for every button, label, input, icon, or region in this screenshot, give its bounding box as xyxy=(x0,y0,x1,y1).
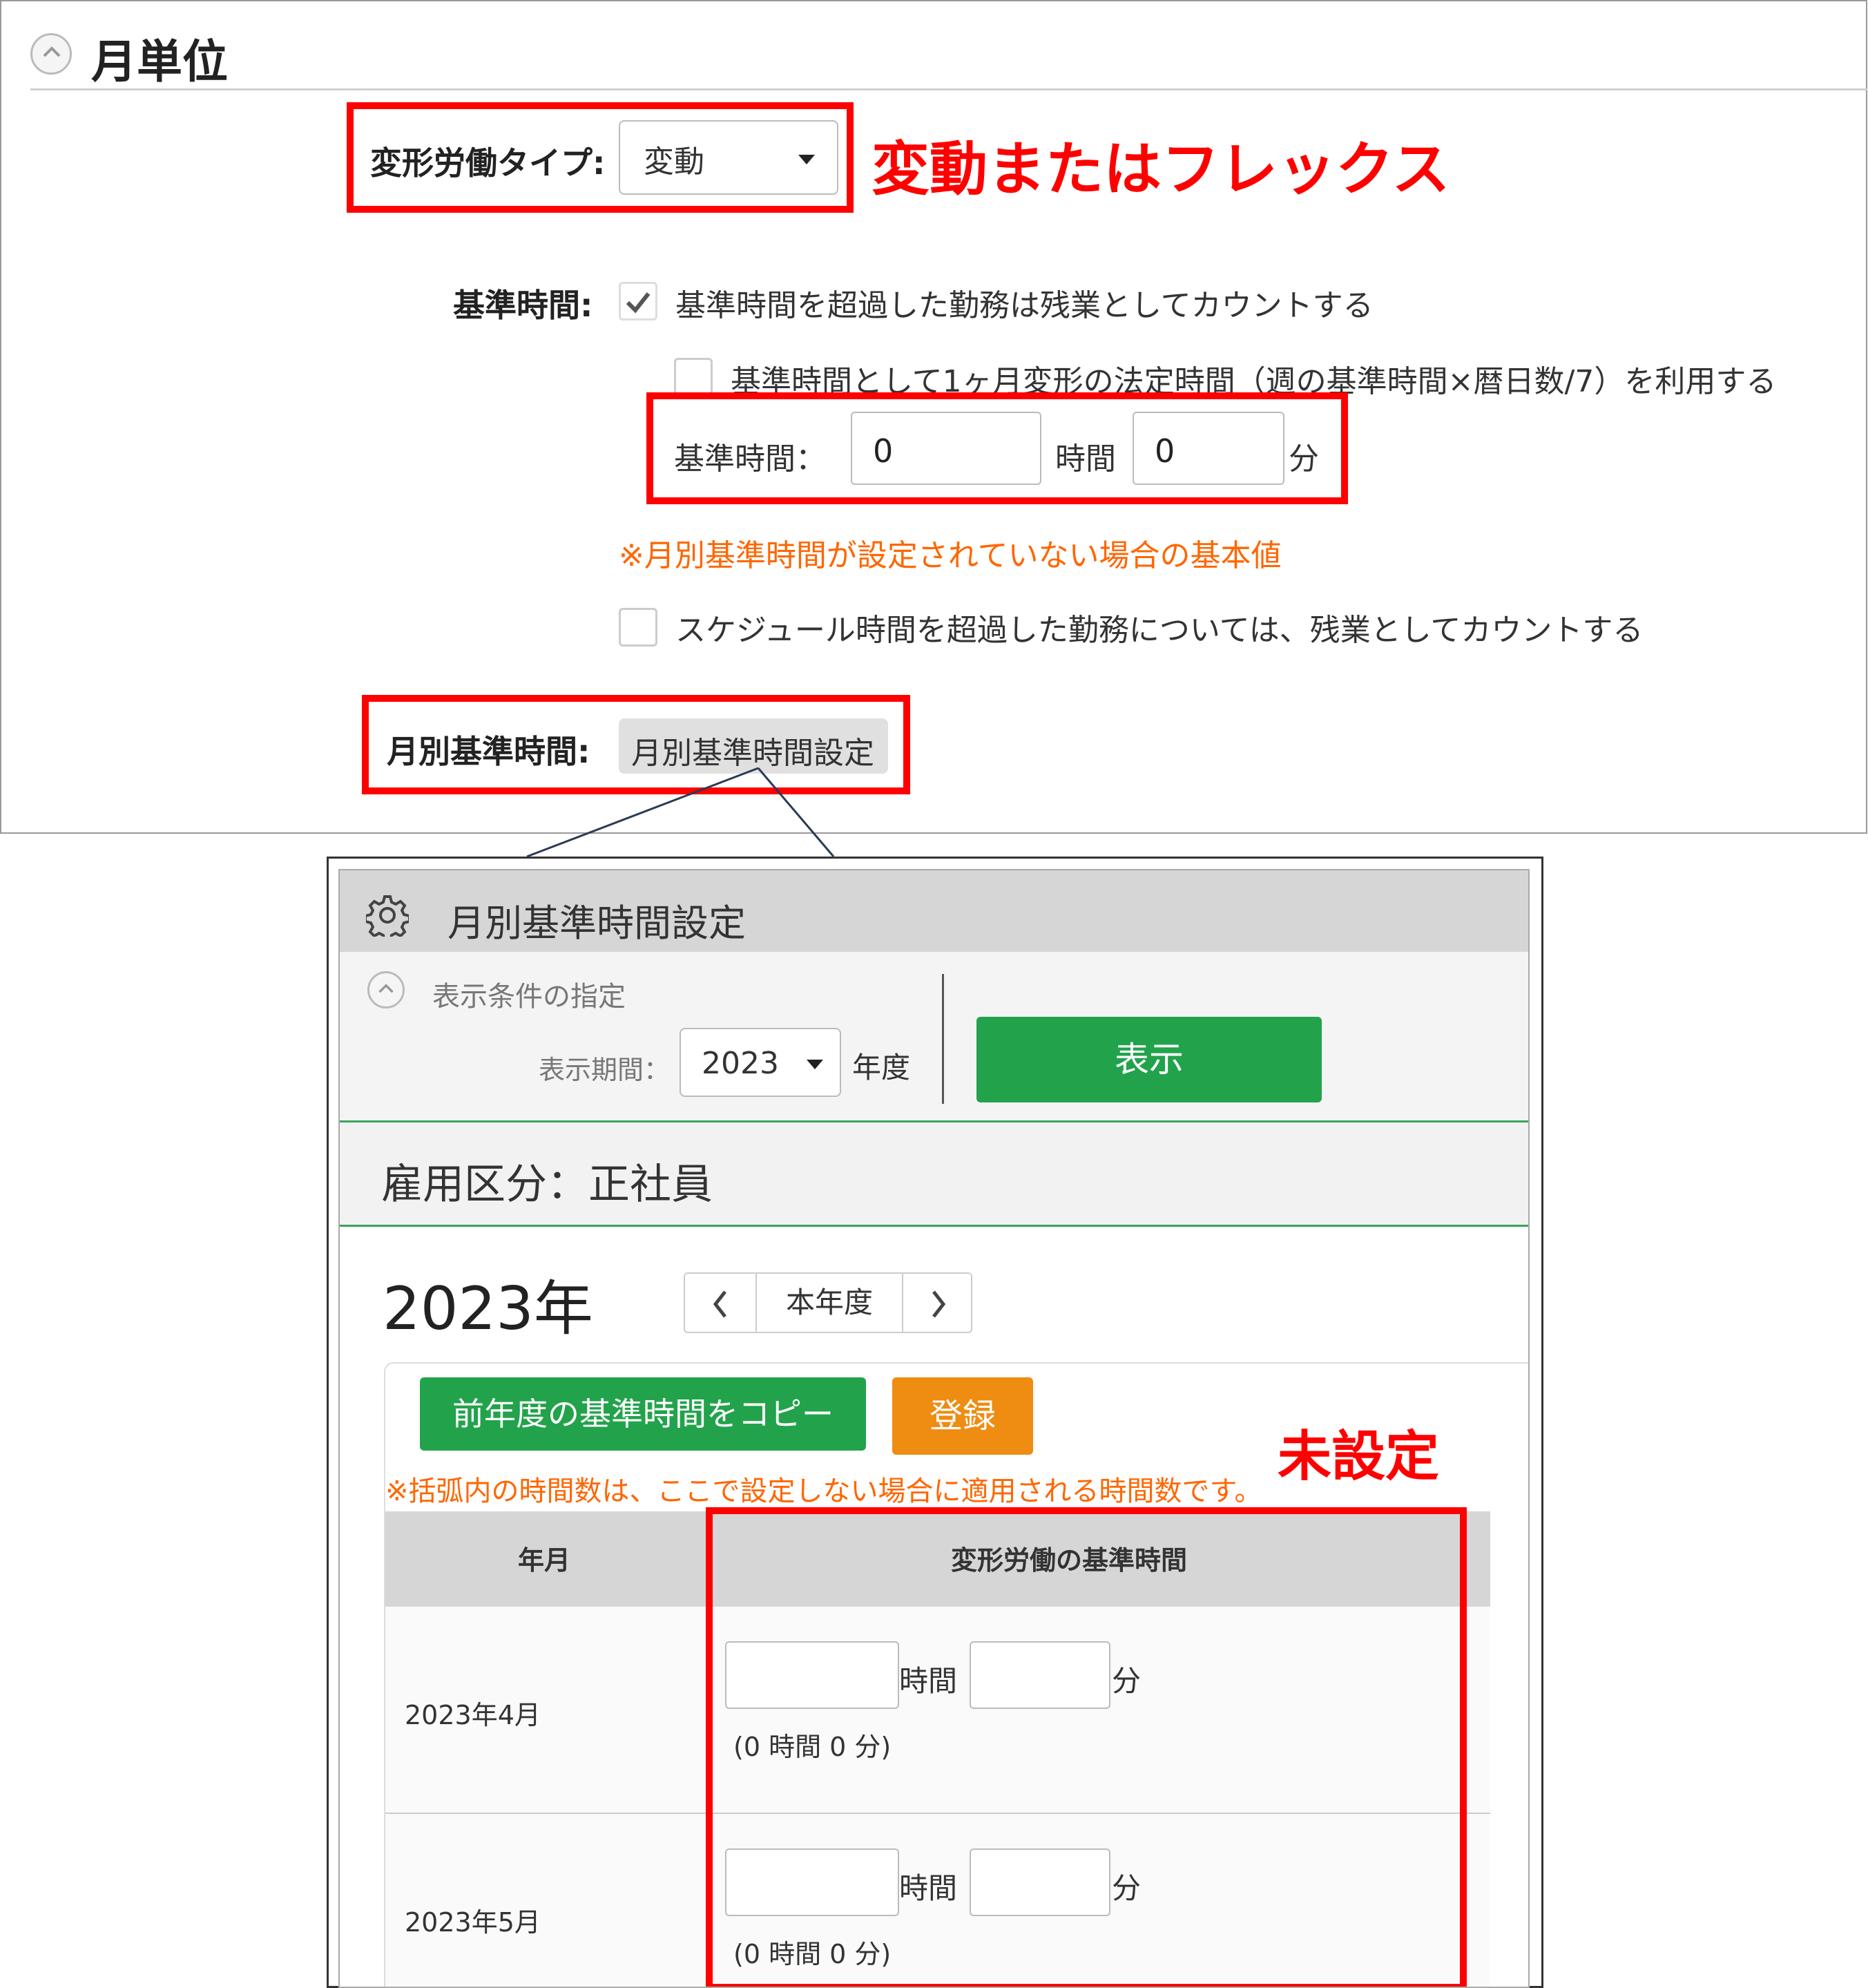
employment-label: 雇用区分：正社員 xyxy=(381,1160,713,1209)
filter-title: 表示条件の指定 xyxy=(432,981,626,1013)
dialog-title: 月別基準時間設定 xyxy=(447,901,746,945)
period-label: 表示期間： xyxy=(539,1055,671,1085)
year-select-value: 2023 xyxy=(702,1046,779,1081)
collapse-icon[interactable] xyxy=(367,971,405,1009)
chevron-up-icon xyxy=(378,984,394,993)
highlight-box xyxy=(706,1507,1467,1987)
divider xyxy=(340,1225,1528,1227)
year-select[interactable]: 2023 xyxy=(680,1028,841,1097)
dialog-content: 月別基準時間設定 表示条件の指定 表示期間： 2023 年度 表示 雇用区分：正… xyxy=(338,869,1530,1988)
prev-year-button[interactable] xyxy=(685,1274,757,1332)
year-heading: 2023年 xyxy=(383,1274,593,1344)
row-month: 2023年5月 xyxy=(405,1907,541,1938)
register-button[interactable]: 登録 xyxy=(892,1377,1033,1455)
current-year-button[interactable]: 本年度 xyxy=(757,1274,902,1332)
caret-down-icon xyxy=(807,1060,823,1069)
divider xyxy=(942,974,944,1104)
year-pager: 本年度 xyxy=(684,1272,972,1333)
table-note: ※括弧内の時間数は、ここで設定しない場合に適用される時間数です。 xyxy=(385,1475,1262,1507)
year-unit: 年度 xyxy=(852,1051,911,1084)
header-month: 年月 xyxy=(517,1545,570,1576)
chevron-right-icon xyxy=(932,1290,946,1318)
gear-icon xyxy=(364,894,411,942)
next-year-button[interactable] xyxy=(902,1274,972,1332)
unset-annotation: 未設定 xyxy=(1278,1426,1440,1488)
chevron-left-icon xyxy=(713,1290,726,1318)
row-month: 2023年4月 xyxy=(405,1700,541,1730)
show-button[interactable]: 表示 xyxy=(976,1017,1322,1102)
copy-previous-year-button[interactable]: 前年度の基準時間をコピー xyxy=(420,1377,866,1451)
